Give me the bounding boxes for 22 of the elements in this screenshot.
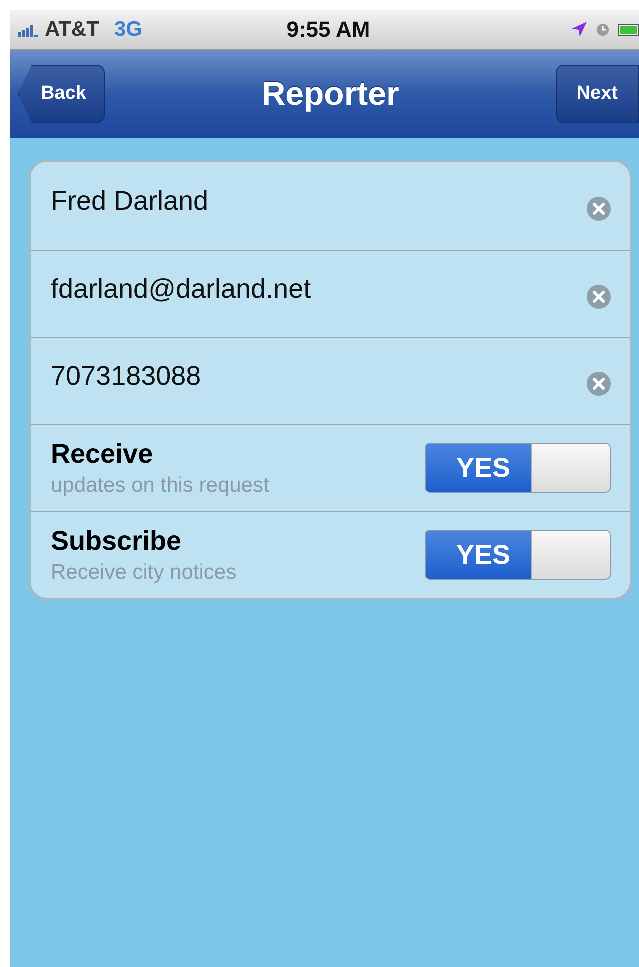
signal-icon bbox=[18, 22, 38, 36]
clock-icon bbox=[596, 22, 610, 36]
setting-description: updates on this request bbox=[51, 474, 270, 498]
setting-description: Receive city notices bbox=[51, 560, 237, 584]
battery-icon bbox=[618, 24, 639, 36]
setting-label: Receive bbox=[51, 438, 154, 470]
clear-icon bbox=[587, 285, 611, 309]
toggle-switch[interactable]: YES bbox=[425, 443, 611, 493]
clear-icon bbox=[587, 372, 611, 396]
carrier-name: AT&T bbox=[45, 18, 100, 42]
setting-label: Subscribe bbox=[51, 526, 183, 556]
next-button[interactable]: Next bbox=[556, 65, 639, 123]
text-field[interactable]: Fred Darland bbox=[51, 186, 209, 216]
location-arrow-icon bbox=[570, 21, 588, 38]
toggle-switch[interactable]: YES bbox=[425, 530, 611, 580]
text-field[interactable]: fdarland@darland.net bbox=[51, 274, 312, 304]
back-button[interactable]: Back bbox=[18, 65, 106, 123]
screen-title: Reporter bbox=[262, 75, 400, 113]
clear-icon bbox=[587, 197, 611, 221]
status-time: 9:55 AM bbox=[286, 16, 370, 42]
network-type: 3G bbox=[114, 18, 142, 42]
text-field[interactable]: 7073183088 bbox=[51, 360, 202, 392]
